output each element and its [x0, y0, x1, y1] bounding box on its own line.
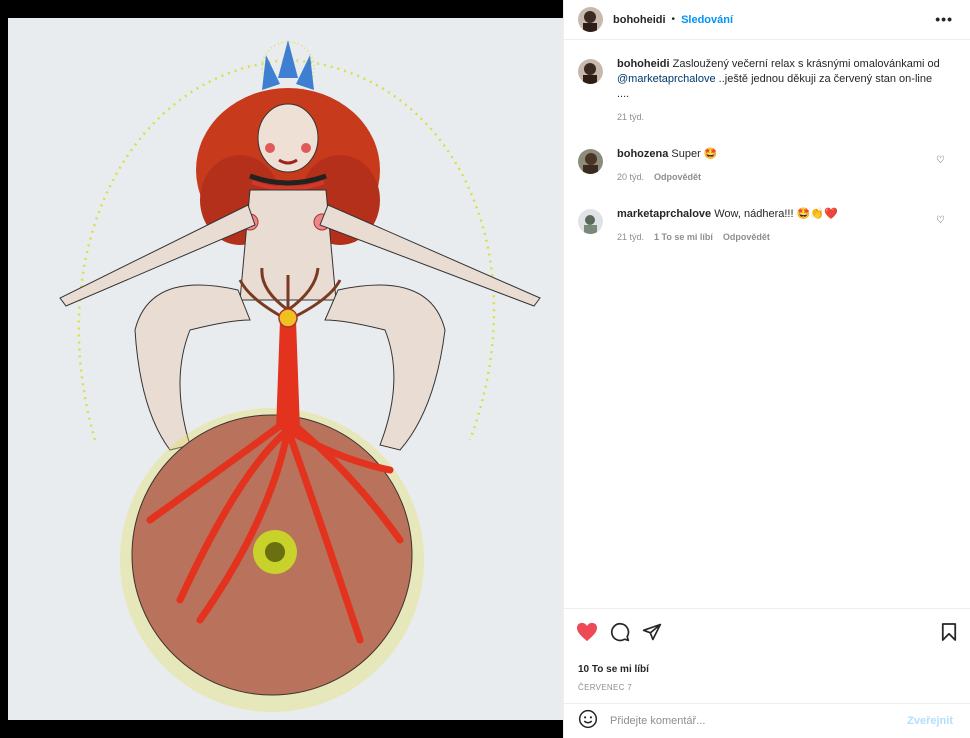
caption-text-before: Zasloužený večerní relax s krásnými omal… — [672, 58, 940, 70]
paper-plane-icon[interactable] — [642, 622, 662, 647]
caption: bohoheidi Zasloužený večerní relax s krá… — [578, 57, 957, 125]
avatar[interactable] — [578, 209, 603, 234]
comment-time[interactable]: 21 týd. — [617, 230, 644, 245]
avatar[interactable] — [578, 149, 603, 174]
post-media[interactable] — [0, 0, 563, 738]
avatar-image-icon — [578, 59, 603, 84]
avatar-image-icon — [578, 209, 603, 234]
heart-filled-icon[interactable] — [576, 622, 598, 647]
add-comment-bar: Zveřejnit — [564, 703, 970, 738]
comment-username[interactable]: bohozena — [617, 148, 668, 160]
comment-bubble-icon[interactable] — [610, 622, 630, 647]
caption-time[interactable]: 21 týd. — [617, 110, 644, 125]
reply-button[interactable]: Odpovědět — [654, 170, 701, 185]
avatar[interactable] — [578, 59, 603, 84]
comments-list: bohoheidi Zasloužený večerní relax s krá… — [564, 41, 970, 607]
caption-username[interactable]: bohoheidi — [617, 58, 670, 70]
comment-text: Wow, nádhera!!! 🤩👏❤️ — [714, 208, 838, 220]
caption-mention-link[interactable]: @marketaprchalove — [617, 73, 716, 85]
avatar-image-icon — [578, 149, 603, 174]
post-comment-button[interactable]: Zveřejnit — [907, 715, 953, 727]
likes-count[interactable]: 10 To se mi líbí — [578, 664, 649, 675]
heart-outline-icon[interactable]: ♡ — [936, 155, 945, 166]
more-options-icon[interactable]: ••• — [935, 11, 953, 27]
post-side-panel: bohoheidi • Sledování ••• bohoheidi Zasl… — [563, 0, 970, 738]
list-item: bohozena Super 🤩 20 týd. Odpovědět ♡ — [578, 147, 957, 185]
separator-dot: • — [671, 14, 676, 25]
reply-button[interactable]: Odpovědět — [723, 230, 770, 245]
following-button[interactable]: Sledování — [681, 14, 733, 26]
comment-text: Super 🤩 — [671, 148, 718, 160]
avatar-image-icon — [578, 7, 603, 32]
comment-username[interactable]: marketaprchalove — [617, 208, 711, 220]
avatar[interactable] — [578, 7, 603, 32]
comment-input[interactable] — [610, 715, 880, 727]
heart-outline-icon[interactable]: ♡ — [936, 215, 945, 226]
post-date: ČERVENEC 7 — [578, 683, 632, 692]
actions-bar: 10 To se mi líbí ČERVENEC 7 — [564, 608, 970, 703]
goddess-drawing-illustration — [59, 40, 541, 712]
comment-likes-count[interactable]: 1 To se mi líbí — [654, 230, 713, 245]
bookmark-icon[interactable] — [941, 622, 957, 647]
comment-time[interactable]: 20 týd. — [617, 170, 644, 185]
post-author-username[interactable]: bohoheidi — [613, 14, 666, 26]
smiley-icon[interactable] — [578, 709, 598, 734]
list-item: marketaprchalove Wow, nádhera!!! 🤩👏❤️ 21… — [578, 207, 957, 245]
post-header: bohoheidi • Sledování ••• — [564, 0, 970, 40]
